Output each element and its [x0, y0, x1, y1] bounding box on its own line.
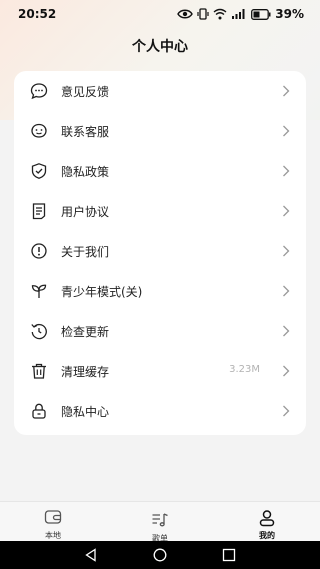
sprout-icon [31, 284, 47, 298]
menu-item-privacy-policy[interactable]: 隐私政策 [14, 151, 306, 191]
user-icon [259, 510, 275, 527]
menu-label: 关于我们 [61, 245, 110, 259]
chevron-right-icon [283, 325, 290, 337]
menu-label: 意见反馈 [61, 85, 110, 99]
menu-label: 隐私政策 [61, 165, 110, 179]
refresh-icon [31, 323, 47, 340]
tab-playlist[interactable]: 歌单 [120, 505, 200, 545]
menu-item-privacy-center[interactable]: 隐私中心 [14, 391, 306, 431]
menu-label: 用户协议 [61, 205, 110, 219]
document-icon [32, 203, 46, 220]
home-icon[interactable] [153, 548, 167, 562]
chevron-right-icon [283, 205, 290, 217]
menu-item-clear-cache[interactable]: 清理缓存 3.23M [14, 351, 306, 391]
status-icons: 39% [177, 6, 304, 22]
tab-local[interactable]: 本地 [13, 502, 93, 542]
playlist-icon [152, 513, 168, 527]
system-navigation-bar [0, 541, 320, 569]
battery-icon [251, 8, 271, 20]
tab-label: 我的 [259, 531, 275, 540]
wifi-icon [213, 8, 227, 20]
menu-item-about-us[interactable]: 关于我们 [14, 231, 306, 271]
chevron-right-icon [283, 165, 290, 177]
bottom-nav: 本地 歌单 我的 [0, 501, 320, 545]
chevron-right-icon [283, 245, 290, 257]
menu-item-feedback[interactable]: 意见反馈 [14, 71, 306, 111]
chevron-right-icon [283, 285, 290, 297]
menu-label: 检查更新 [61, 325, 110, 339]
menu-item-customer-service[interactable]: 联系客服 [14, 111, 306, 151]
status-bar: 20:52 39% [0, 0, 320, 28]
vibrate-icon [197, 8, 209, 20]
signal-icon [232, 9, 245, 19]
menu-label: 清理缓存 [61, 365, 110, 379]
battery-percent: 39% [275, 7, 304, 21]
recent-apps-icon[interactable] [222, 548, 236, 562]
menu-card: 意见反馈 联系客服 隐私政策 用户协议 关于我们 青少年模式(关) 检查更新 清… [14, 71, 306, 435]
chat-bubble-icon [30, 83, 48, 100]
chevron-right-icon [283, 125, 290, 137]
chevron-right-icon [283, 85, 290, 97]
status-time: 20:52 [18, 7, 57, 21]
back-icon[interactable] [84, 548, 98, 562]
tab-mine[interactable]: 我的 [227, 502, 307, 542]
info-icon [31, 243, 47, 259]
menu-label: 青少年模式(关) [61, 285, 143, 299]
shield-check-icon [31, 163, 47, 179]
customer-service-icon [31, 123, 47, 138]
menu-item-user-agreement[interactable]: 用户协议 [14, 191, 306, 231]
chevron-right-icon [283, 405, 290, 417]
trash-icon [32, 363, 46, 379]
cache-size: 3.23M [229, 364, 260, 375]
menu-label: 联系客服 [61, 125, 110, 139]
menu-item-check-update[interactable]: 检查更新 [14, 311, 306, 351]
eye-icon [177, 9, 194, 19]
wallet-icon [44, 510, 62, 524]
menu-label: 隐私中心 [61, 405, 110, 419]
page-title: 个人中心 [132, 39, 188, 55]
lock-icon [32, 403, 46, 419]
menu-item-teen-mode[interactable]: 青少年模式(关) [14, 271, 306, 311]
chevron-right-icon [283, 365, 290, 377]
tab-label: 本地 [45, 531, 61, 540]
